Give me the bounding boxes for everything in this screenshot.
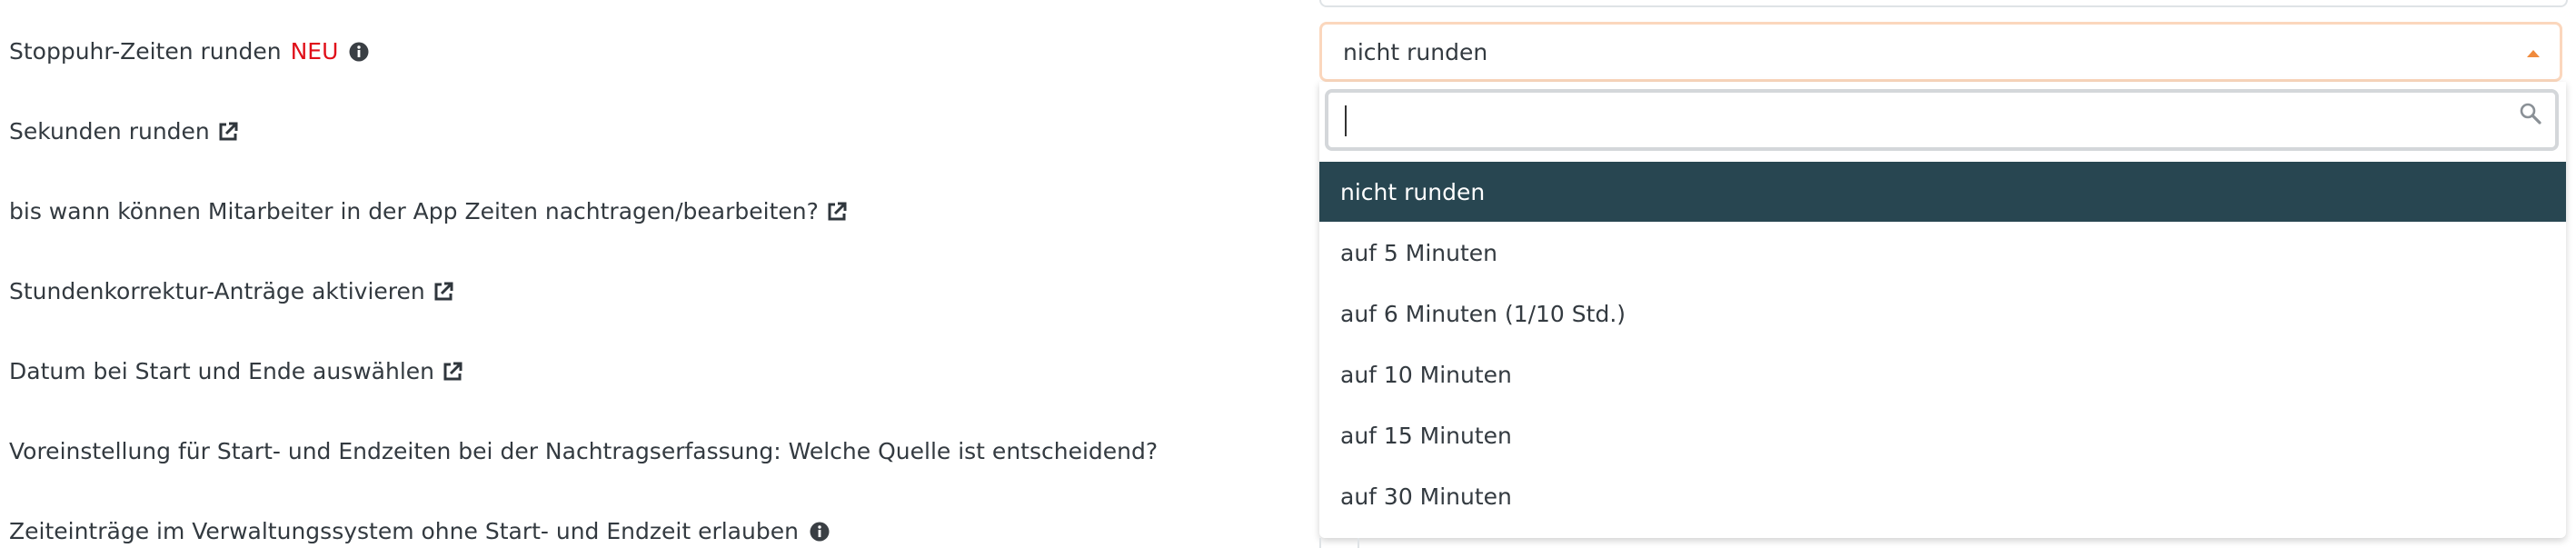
dropdown-option[interactable]: auf 6 Minuten (1/10 Std.) (1319, 284, 2566, 344)
info-icon[interactable] (349, 42, 369, 62)
next-control-edge (1319, 538, 1359, 548)
setting-correction-requests: Stundenkorrektur-Anträge aktivieren (9, 276, 454, 307)
setting-label-text: Stoppuhr-Zeiten runden (9, 38, 282, 65)
setting-label-text: Stundenkorrektur-Anträge aktivieren (9, 278, 425, 304)
text-caret (1345, 105, 1347, 136)
settings-page: Stoppuhr-Zeiten runden NEU Sekunden rund… (0, 0, 2576, 548)
setting-default-source: Voreinstellung für Start- und Endzeiten … (9, 436, 1158, 467)
new-badge: NEU (290, 38, 339, 65)
select-current-value: nicht runden (1343, 38, 1488, 65)
option-label: auf 5 Minuten (1340, 239, 1497, 266)
setting-round-seconds: Sekunden runden (9, 116, 239, 147)
info-icon[interactable] (810, 522, 830, 542)
setting-label-text: Voreinstellung für Start- und Endzeiten … (9, 438, 1159, 464)
external-link-icon[interactable] (442, 361, 463, 383)
dropdown-search-input[interactable] (1339, 100, 2488, 142)
dropdown-option[interactable]: auf 15 Minuten (1319, 405, 2566, 465)
option-label: auf 15 Minuten (1340, 422, 1512, 449)
setting-label-text: bis wann können Mitarbeiter in der App Z… (9, 198, 819, 224)
external-link-icon[interactable] (826, 201, 848, 223)
setting-label-text: Zeiteinträge im Verwaltungssystem ohne S… (9, 518, 799, 544)
dropdown-option[interactable]: auf 10 Minuten (1319, 344, 2566, 404)
setting-edit-deadline: bis wann können Mitarbeiter in der App Z… (9, 196, 848, 227)
stopwatch-rounding-select[interactable]: nicht runden (1319, 22, 2562, 82)
setting-no-start-end: Zeiteinträge im Verwaltungssystem ohne S… (9, 516, 830, 547)
search-icon (2520, 103, 2541, 125)
dropdown-option[interactable]: nicht runden (1319, 162, 2566, 222)
external-link-icon[interactable] (217, 121, 239, 143)
option-label: auf 6 Minuten (1/10 Std.) (1340, 300, 1626, 327)
select-dropdown: nicht runden auf 5 Minuten auf 6 Minuten… (1319, 82, 2566, 538)
setting-label-text: Sekunden runden (9, 118, 210, 144)
caret-up-icon[interactable] (2527, 50, 2540, 57)
previous-control-edge (1319, 0, 2568, 7)
option-label: auf 30 Minuten (1340, 483, 1512, 510)
dropdown-option[interactable]: auf 5 Minuten (1319, 223, 2566, 283)
option-label: nicht runden (1340, 178, 1486, 205)
setting-date-start-end: Datum bei Start und Ende auswählen (9, 356, 463, 387)
dropdown-search[interactable] (1325, 89, 2559, 151)
setting-label-text: Datum bei Start und Ende auswählen (9, 358, 434, 384)
setting-stopwatch-rounding: Stoppuhr-Zeiten runden NEU (9, 36, 369, 67)
option-label: auf 10 Minuten (1340, 361, 1512, 388)
external-link-icon[interactable] (433, 281, 454, 303)
dropdown-option[interactable]: auf 30 Minuten (1319, 466, 2566, 526)
